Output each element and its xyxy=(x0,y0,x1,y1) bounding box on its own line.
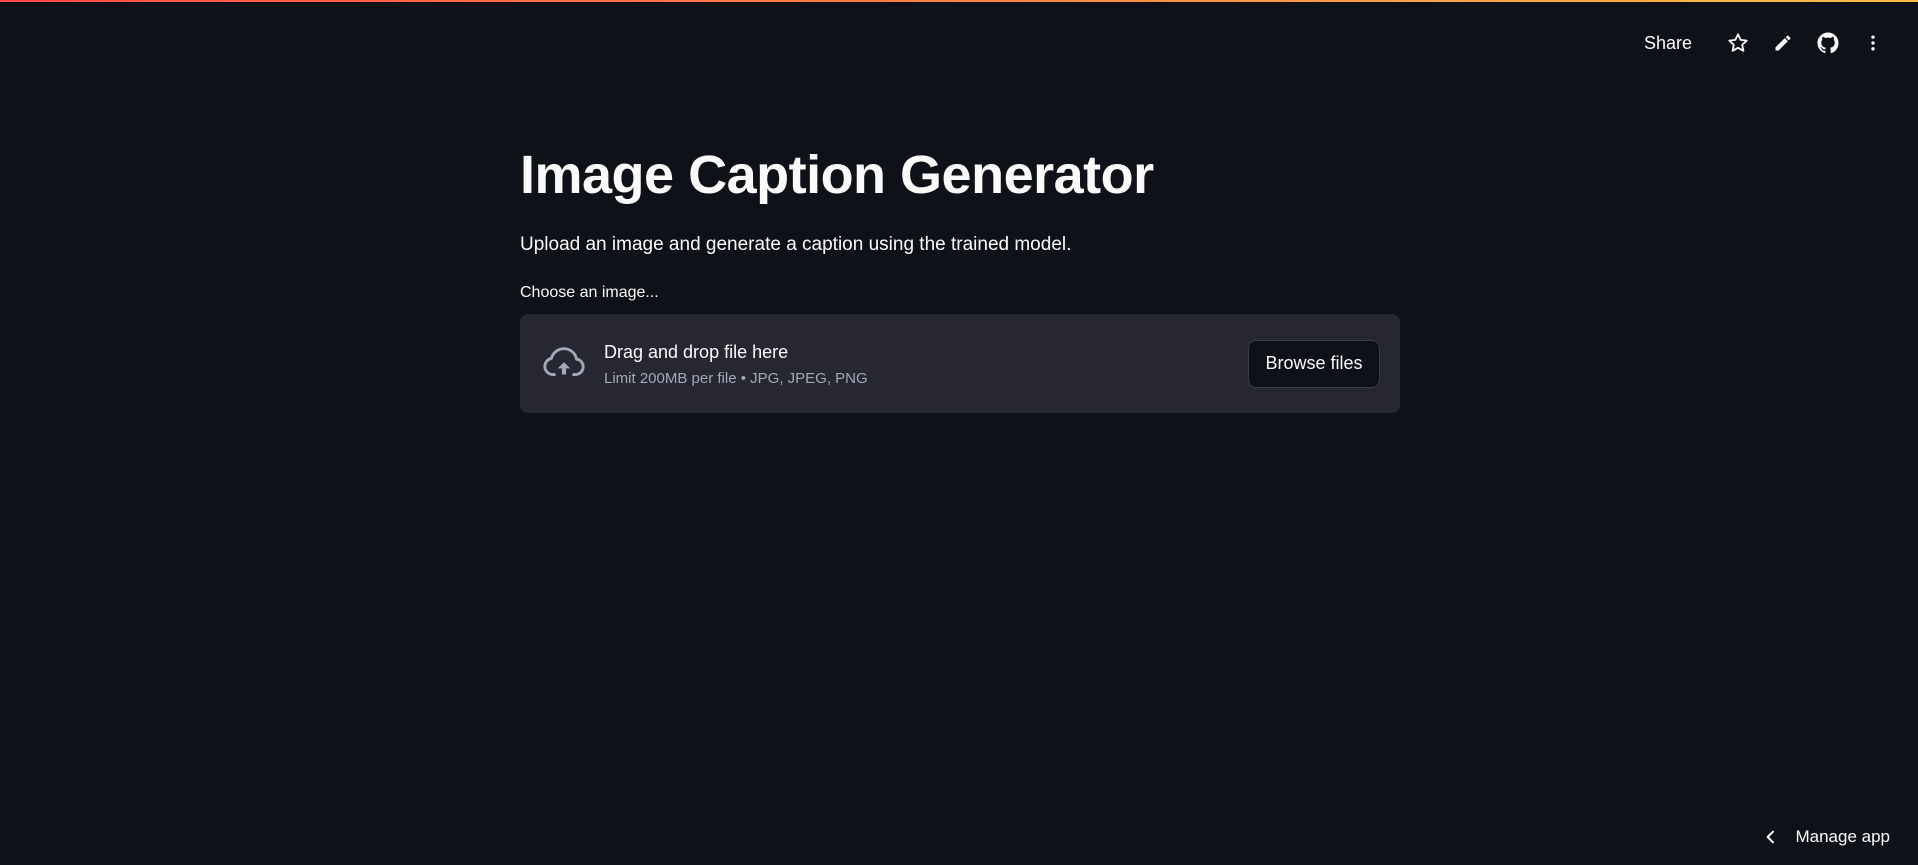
file-uploader-label: Choose an image... xyxy=(520,284,659,301)
github-icon[interactable] xyxy=(1811,26,1845,60)
more-vertical-icon[interactable] xyxy=(1856,26,1890,60)
pencil-icon[interactable] xyxy=(1766,26,1800,60)
manage-app-label: Manage app xyxy=(1795,827,1890,846)
browse-files-button[interactable]: Browse files xyxy=(1248,339,1380,388)
cloud-upload-icon xyxy=(540,340,588,388)
dropzone-limit-text: Limit 200MB per file • JPG, JPEG, PNG xyxy=(604,369,868,387)
page-subtitle: Upload an image and generate a caption u… xyxy=(520,234,1072,255)
file-dropzone[interactable]: Drag and drop file here Limit 200MB per … xyxy=(520,314,1400,413)
chevron-left-icon xyxy=(1761,827,1781,847)
dropzone-title: Drag and drop file here xyxy=(604,341,789,362)
page-title: Image Caption Generator xyxy=(520,145,1154,205)
dropzone-instructions: Drag and drop file here Limit 200MB per … xyxy=(604,339,1248,389)
top-decoration-bar xyxy=(0,0,1918,2)
manage-app-button[interactable]: Manage app xyxy=(1761,823,1890,851)
main-content: Image Caption Generator Upload an image … xyxy=(520,140,1400,413)
app-page: Share Image Caption Generator Upload an … xyxy=(0,0,1918,865)
star-icon[interactable] xyxy=(1721,26,1755,60)
top-toolbar: Share xyxy=(1632,26,1890,60)
share-button[interactable]: Share xyxy=(1632,27,1704,60)
